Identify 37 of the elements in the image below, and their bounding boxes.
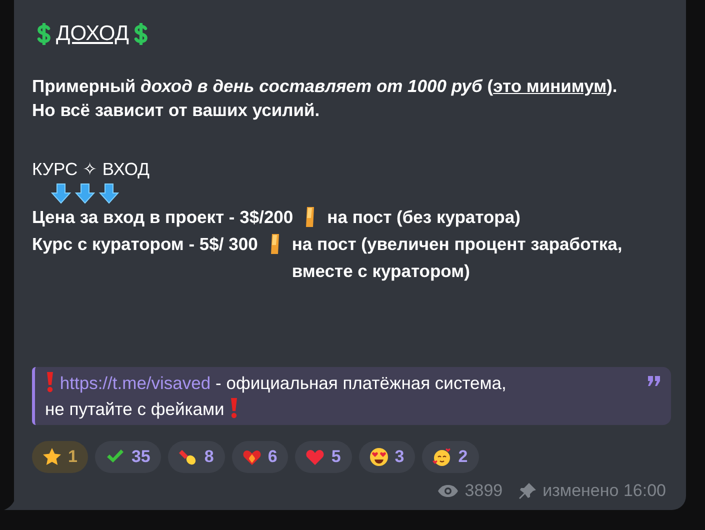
reaction-button[interactable]: 2 <box>422 441 479 473</box>
reaction-button[interactable]: 1 <box>32 441 88 473</box>
down-arrow-icon <box>98 182 120 204</box>
url-link[interactable]: https://t.me/visaved <box>60 373 211 393</box>
dollar-icon <box>36 23 52 45</box>
text-link[interactable]: это минимум <box>493 76 607 96</box>
star-icon <box>42 447 62 467</box>
heart-icon <box>305 447 326 467</box>
price-text: Цена за вход в проект - 3$/200 <box>32 206 294 229</box>
reaction-button[interactable]: 35 <box>95 441 162 473</box>
reaction-button[interactable]: 5 <box>295 441 352 473</box>
down-arrow-icon <box>74 182 96 204</box>
down-arrow-icon <box>50 182 72 204</box>
dollar-icon <box>133 23 150 45</box>
edited-time: изменено 16:00 <box>542 481 666 501</box>
view-count: 3899 <box>464 481 503 501</box>
price-text: на пост (без куратора) <box>327 206 522 229</box>
ingot-icon <box>268 233 281 255</box>
title-link[interactable]: ДОХОД <box>56 22 130 46</box>
hearts-face-icon <box>432 447 452 467</box>
quote-icon <box>647 375 661 387</box>
quote-text: - официальная платёжная система, <box>216 373 506 393</box>
price-text: Курс с куратором - 5$/ 300 <box>32 233 258 256</box>
quote-text: не путайте с фейками <box>45 399 224 419</box>
ingot-icon <box>304 206 316 228</box>
paragraph-text: Примерный доход в день составляет от 1000 руб (это минимум). Но всё зависит от ваших усилий. <box>32 75 618 122</box>
eye-icon <box>436 484 459 498</box>
reaction-button[interactable]: 3 <box>358 441 416 473</box>
price-text: на пост (увеличен процент заработка, вместе с куратором) <box>292 233 624 283</box>
pin-icon <box>518 482 537 500</box>
exclamation-icon <box>229 397 240 419</box>
course-heading: КУРС ✧ ВХОД <box>32 158 150 180</box>
reaction-button[interactable]: 8 <box>168 441 225 473</box>
pill-icon <box>178 447 198 467</box>
reaction-button[interactable]: 6 <box>232 441 288 473</box>
heart-eyes-icon <box>368 447 389 467</box>
exclamation-icon <box>45 371 55 393</box>
